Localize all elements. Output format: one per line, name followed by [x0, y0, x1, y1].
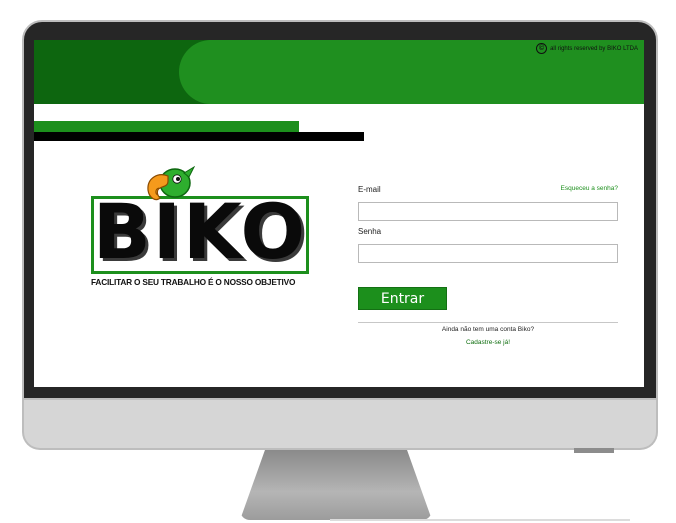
forgot-password-link[interactable]: Esqueceu a senha?	[561, 185, 618, 192]
logo-tagline: FACILITAR O SEU TRABALHO É O NOSSO OBJET…	[91, 277, 296, 287]
email-field[interactable]	[358, 202, 618, 221]
biko-logo: BIKO FACILITAR O SEU TRABALHO É O NOSSO …	[91, 164, 311, 294]
copyright-text: all rights reserved by BIKO LTDA	[550, 45, 638, 52]
login-button[interactable]: Entrar	[358, 287, 447, 310]
no-account-text: Ainda não tem uma conta Biko?	[441, 326, 535, 333]
header-banner: © all rights reserved by BIKO LTDA	[34, 40, 644, 104]
password-label: Senha	[358, 227, 382, 236]
desk-line	[330, 519, 630, 521]
accent-bar-black	[34, 132, 364, 141]
copyright-icon: ©	[536, 43, 548, 54]
login-screen: © all rights reserved by BIKO LTDA BIKO …	[34, 40, 644, 387]
email-label: E-mail	[358, 185, 381, 194]
signup-link[interactable]: Cadastre-se já!	[358, 339, 618, 346]
header-curve	[179, 40, 329, 104]
form-divider	[358, 322, 618, 323]
parrot-icon	[147, 165, 195, 201]
monitor-chin-shadow	[574, 448, 614, 453]
accent-bar-green	[34, 121, 299, 132]
monitor-stand	[240, 450, 432, 520]
logo-brand-text: BIKO	[92, 187, 308, 276]
copyright-notice: © all rights reserved by BIKO LTDA	[536, 43, 638, 54]
monitor-chin	[22, 400, 658, 450]
password-field[interactable]	[358, 244, 618, 263]
